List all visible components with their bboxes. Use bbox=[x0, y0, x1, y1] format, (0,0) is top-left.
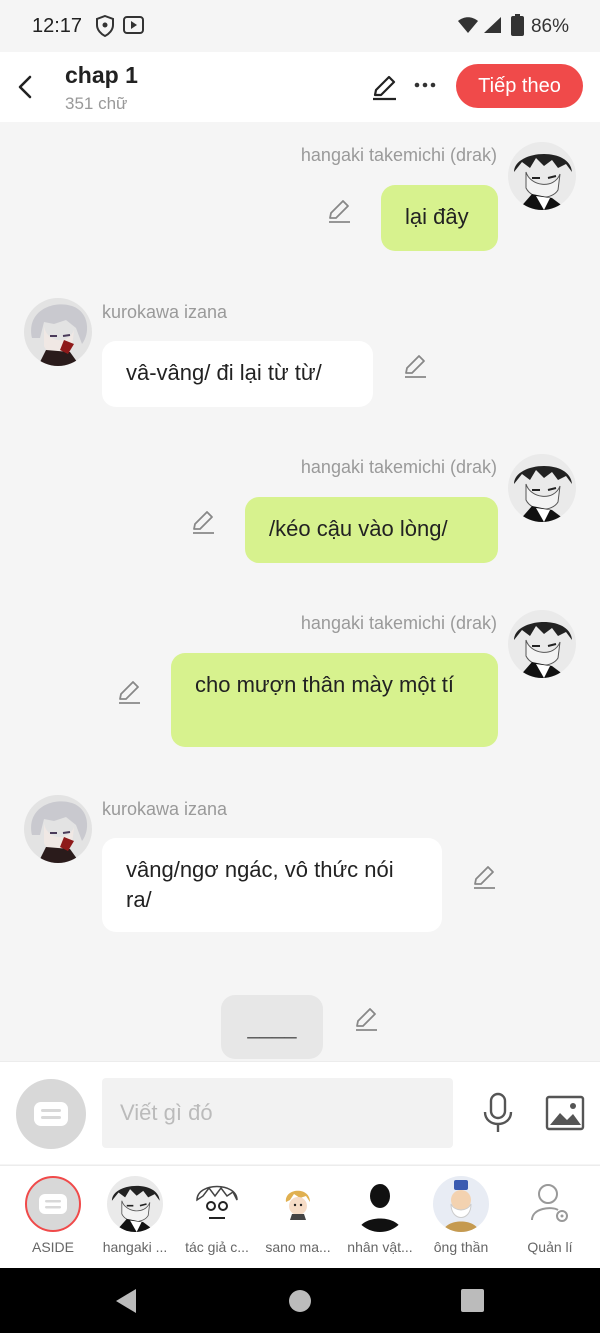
message-bubble[interactable]: lại đây bbox=[381, 185, 498, 251]
message-bubble[interactable]: vâ-vâng/ đi lại từ từ/ bbox=[102, 341, 373, 407]
edit-pencil-icon[interactable] bbox=[370, 73, 398, 101]
composer-bar bbox=[0, 1061, 600, 1164]
edit-pencil-icon[interactable] bbox=[326, 198, 352, 224]
chat-bubble-icon bbox=[34, 1102, 68, 1126]
aside-bubble[interactable]: ____ bbox=[221, 995, 323, 1059]
edit-pencil-icon[interactable] bbox=[402, 353, 428, 379]
edit-pencil-icon[interactable] bbox=[471, 864, 497, 890]
avatar bbox=[107, 1176, 163, 1232]
character-label: ASIDE bbox=[31, 1239, 74, 1255]
character-hangaki[interactable]: hangaki ... bbox=[92, 1174, 178, 1255]
message-sender-name: hangaki takemichi (drak) bbox=[300, 145, 497, 165]
nav-recents-icon[interactable] bbox=[461, 1289, 484, 1317]
manage-characters[interactable]: Quản lí bbox=[507, 1174, 593, 1255]
character-npc[interactable]: nhân vật... bbox=[337, 1174, 423, 1255]
next-button[interactable]: Tiếp theo bbox=[456, 64, 583, 108]
back-arrow-icon[interactable] bbox=[14, 70, 38, 104]
battery-icon bbox=[511, 14, 524, 41]
message-bubble[interactable]: cho mượn thân mày một tí bbox=[171, 653, 498, 747]
system-nav-bar bbox=[0, 1268, 600, 1333]
message-sender-name: hangaki takemichi (drak) bbox=[300, 613, 497, 633]
app-header: chap 1 351 chữ Tiếp theo bbox=[0, 52, 600, 122]
avatar[interactable] bbox=[24, 298, 92, 366]
avatar bbox=[270, 1176, 326, 1232]
youtube-icon bbox=[123, 15, 144, 40]
avatar bbox=[189, 1176, 245, 1232]
message-sender-name: hangaki takemichi (drak) bbox=[300, 457, 497, 477]
battery-percent: 86% bbox=[530, 16, 569, 37]
aside-toggle-button[interactable] bbox=[16, 1079, 86, 1149]
message-bubble[interactable]: /kéo cậu vào lòng/ bbox=[245, 497, 498, 563]
character-label: nhân vật... bbox=[347, 1239, 413, 1255]
status-bar: 12:17 86% bbox=[0, 0, 600, 52]
wifi-icon bbox=[457, 16, 479, 39]
character-label: ông thần bbox=[433, 1239, 489, 1255]
microphone-icon[interactable] bbox=[480, 1092, 516, 1134]
avatar[interactable] bbox=[508, 142, 576, 210]
edit-pencil-icon[interactable] bbox=[353, 1006, 379, 1032]
message-sender-name: kurokawa izana bbox=[102, 302, 228, 322]
avatar[interactable] bbox=[508, 454, 576, 522]
message-bubble[interactable]: vâng/ngơ ngác, vô thức nói ra/ bbox=[102, 838, 442, 932]
character-label: tác giả c... bbox=[185, 1239, 249, 1255]
signal-icon bbox=[483, 16, 502, 39]
edit-pencil-icon[interactable] bbox=[190, 509, 216, 535]
avatar bbox=[352, 1176, 408, 1232]
edit-pencil-icon[interactable] bbox=[116, 679, 142, 705]
word-count: 351 chữ bbox=[65, 94, 128, 113]
nav-back-icon[interactable] bbox=[114, 1288, 138, 1319]
avatar bbox=[433, 1176, 489, 1232]
message-input[interactable] bbox=[102, 1078, 453, 1148]
page-title: chap 1 bbox=[65, 62, 138, 88]
aside-icon bbox=[25, 1176, 81, 1232]
character-label: hangaki ... bbox=[102, 1239, 168, 1255]
character-label: Quản lí bbox=[527, 1239, 573, 1255]
more-options-icon[interactable] bbox=[411, 71, 439, 99]
character-label: sano ma... bbox=[265, 1239, 331, 1255]
status-time: 12:17 bbox=[32, 15, 83, 37]
image-icon[interactable] bbox=[545, 1095, 585, 1131]
avatar[interactable] bbox=[24, 795, 92, 863]
character-author[interactable]: tác giả c... bbox=[174, 1174, 260, 1255]
character-aside[interactable]: ASIDE bbox=[10, 1174, 96, 1255]
character-sano[interactable]: sano ma... bbox=[255, 1174, 341, 1255]
shield-icon bbox=[95, 14, 115, 42]
avatar[interactable] bbox=[508, 610, 576, 678]
nav-home-icon[interactable] bbox=[289, 1290, 311, 1317]
message-sender-name: kurokawa izana bbox=[102, 799, 228, 819]
character-ong-than[interactable]: ông thần bbox=[418, 1174, 504, 1255]
user-settings-icon bbox=[522, 1176, 578, 1232]
character-bar: ASIDE hangaki ... tác giả c... sano ma..… bbox=[0, 1165, 600, 1268]
